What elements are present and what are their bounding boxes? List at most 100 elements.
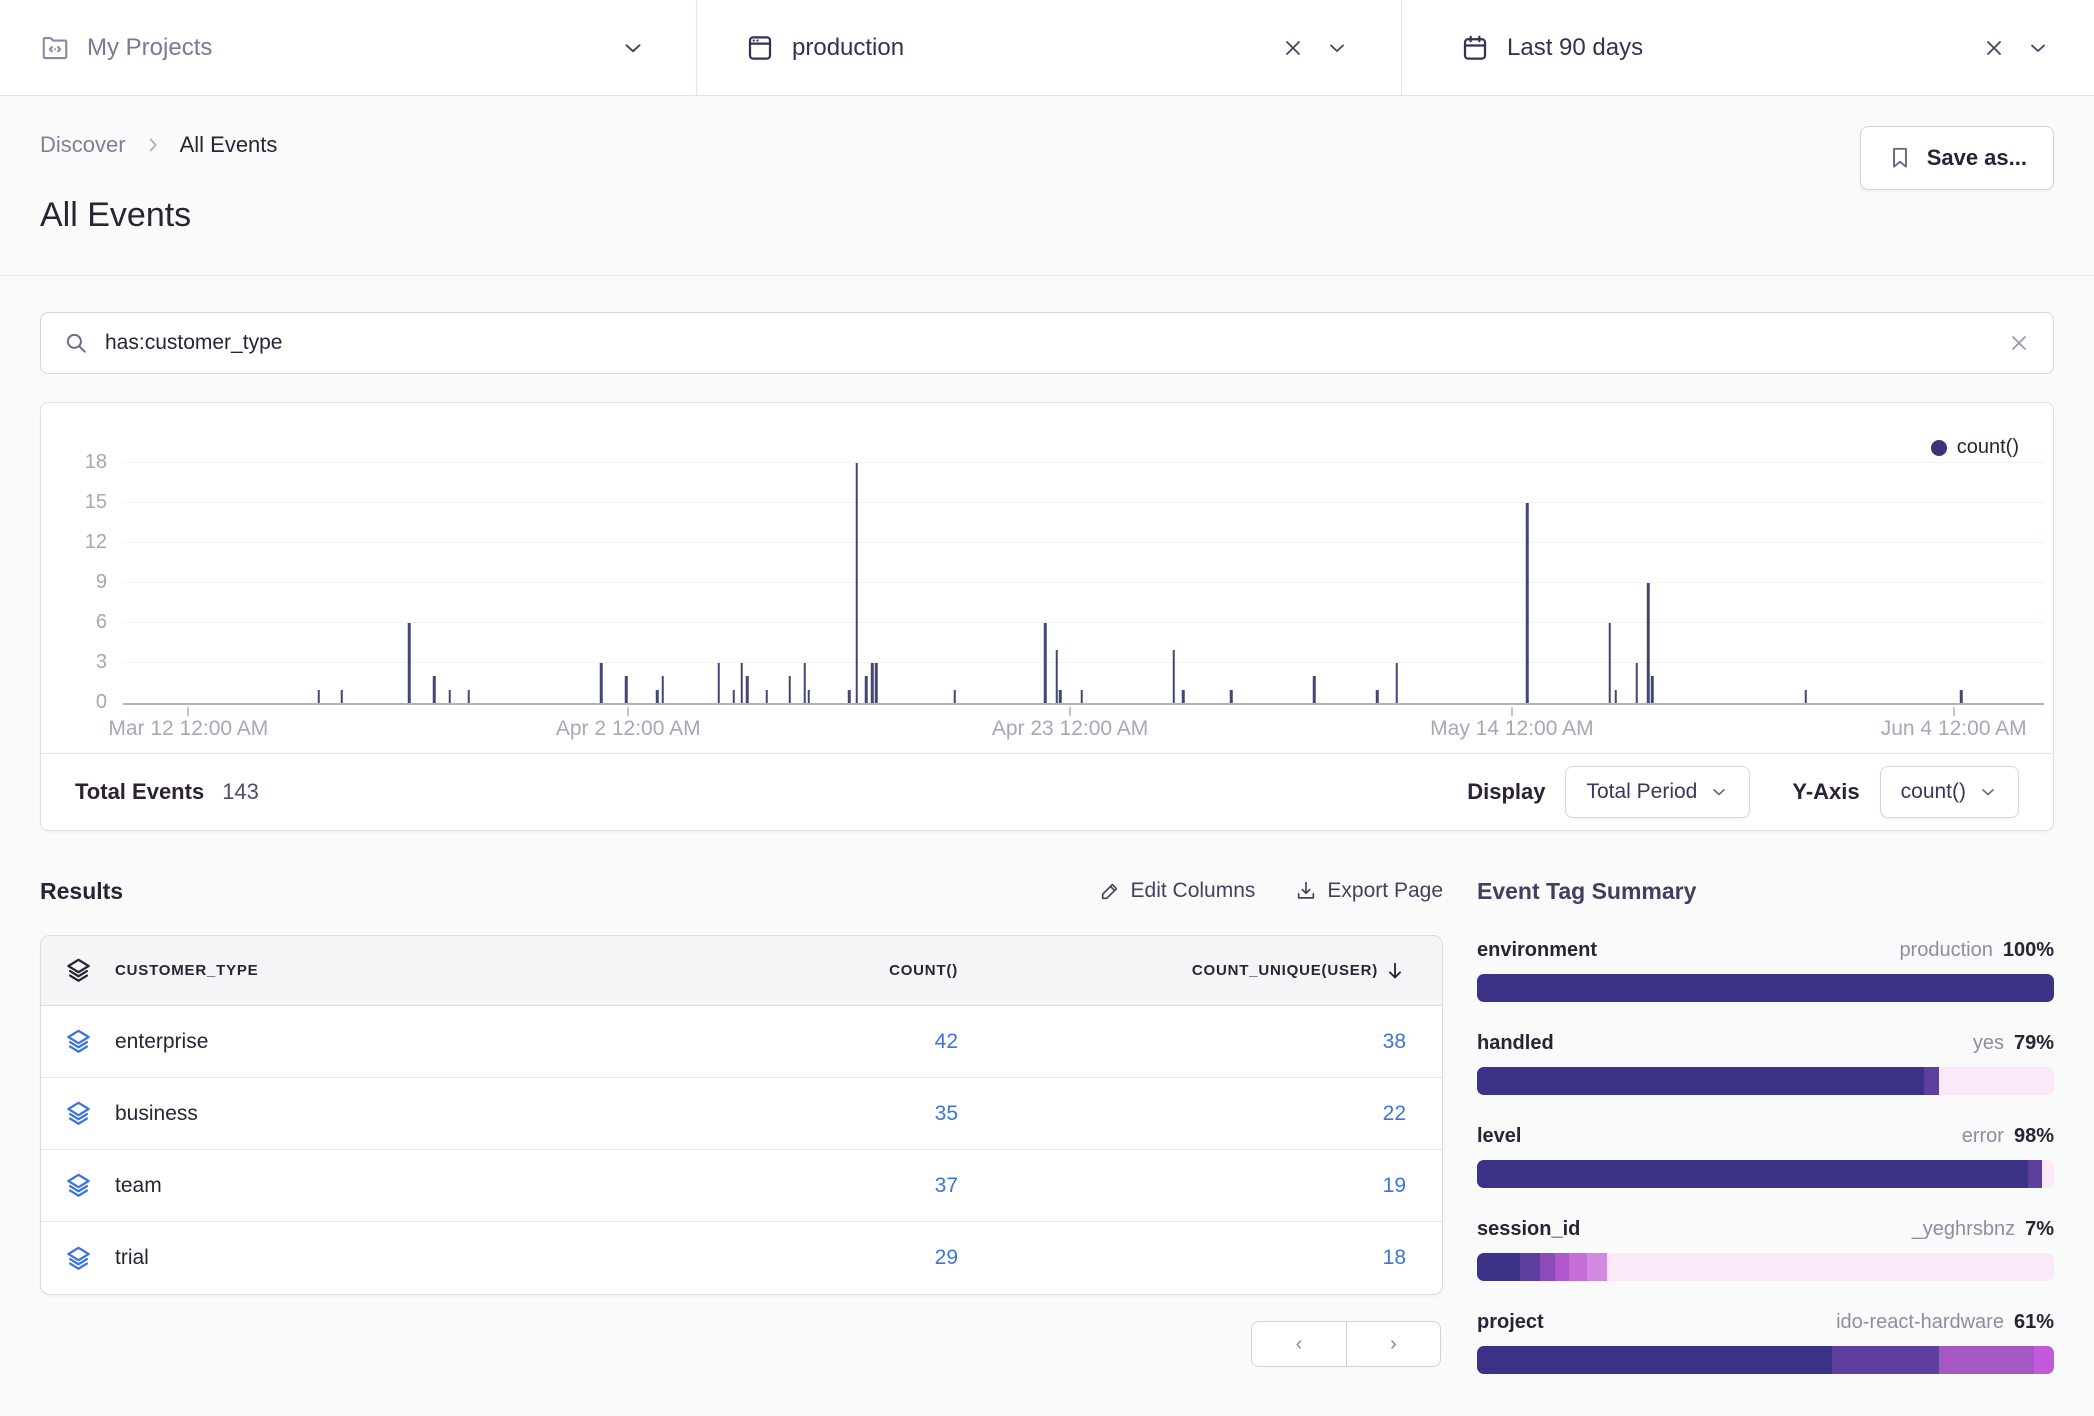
tag-bar-segment[interactable] [1832, 1346, 1939, 1374]
cell-count-link[interactable]: 37 [632, 1174, 962, 1198]
chart-bar[interactable] [625, 676, 628, 703]
chart-bar[interactable] [1080, 690, 1083, 703]
chart-bar[interactable] [788, 676, 791, 703]
chart-bar[interactable] [433, 676, 436, 703]
chart-bar[interactable] [848, 690, 851, 703]
cell-customer-type: trial [115, 1246, 632, 1270]
chart-bar[interactable] [1526, 503, 1529, 703]
events-bar-chart[interactable]: 0369121518 [123, 459, 2044, 705]
environment-clear-icon[interactable] [1281, 36, 1305, 60]
chart-bar[interactable] [408, 623, 411, 703]
y-axis-tick-label: 9 [45, 571, 107, 594]
chart-bar[interactable] [662, 676, 665, 703]
chart-bar[interactable] [856, 463, 859, 703]
x-axis-tick [187, 707, 189, 716]
search-clear-icon[interactable] [2007, 331, 2031, 355]
tag-bar-segment[interactable] [1939, 1346, 2034, 1374]
tag-bar-segment[interactable] [1540, 1253, 1554, 1281]
tag-bar-segment[interactable] [1569, 1253, 1586, 1281]
date-range-filter[interactable]: Last 90 days [1402, 0, 2094, 95]
chart-bar[interactable] [1044, 623, 1047, 703]
chart-bar[interactable] [468, 690, 471, 703]
search-bar[interactable]: has:customer_type [40, 312, 2054, 374]
environment-filter[interactable]: production [697, 0, 1402, 95]
chart-bar[interactable] [1395, 663, 1398, 703]
edit-columns-button[interactable]: Edit Columns [1099, 879, 1256, 903]
chart-bar[interactable] [1647, 583, 1650, 703]
chart-bar[interactable] [1055, 650, 1058, 703]
chart-bar[interactable] [1059, 690, 1062, 703]
tag-bar-segment[interactable] [1477, 1160, 2028, 1188]
chart-bar[interactable] [1376, 690, 1379, 703]
column-count-unique-user[interactable]: COUNT_UNIQUE(USER) [962, 960, 1442, 982]
tag-bar-segment[interactable] [1924, 1067, 1938, 1095]
chart-bar[interactable] [341, 690, 344, 703]
layers-icon [41, 1245, 115, 1272]
chart-bar[interactable] [600, 663, 603, 703]
project-selector[interactable]: My Projects [0, 0, 697, 95]
project-chevron-down-icon[interactable] [620, 35, 646, 61]
tag-bar-segment[interactable] [1477, 974, 2054, 1002]
tag-top-value: production [1899, 939, 1992, 962]
chart-bar[interactable] [740, 663, 743, 703]
column-customer-type[interactable]: CUSTOMER_TYPE [115, 962, 632, 979]
tag-bar-segment[interactable] [1555, 1253, 1569, 1281]
cell-count-link[interactable]: 29 [632, 1246, 962, 1270]
column-count[interactable]: COUNT() [632, 962, 962, 979]
chart-bar[interactable] [1230, 690, 1233, 703]
chart-bar[interactable] [733, 690, 736, 703]
tag-bar-segment[interactable] [1477, 1346, 1832, 1374]
page-header: Discover All Events Save as... All Event… [0, 96, 2094, 276]
environment-chevron-down-icon[interactable] [1325, 36, 1349, 60]
chart-bar[interactable] [1805, 690, 1808, 703]
tag-name: project [1477, 1311, 1544, 1334]
tag-bar-segment[interactable] [1477, 1067, 1924, 1095]
cell-count-unique-link[interactable]: 19 [962, 1174, 1442, 1198]
tag-bar-segment[interactable] [1520, 1253, 1540, 1281]
tag-bar-segment[interactable] [2028, 1160, 2042, 1188]
chart-bar[interactable] [1960, 690, 1963, 703]
chart-bar[interactable] [656, 690, 659, 703]
export-page-button[interactable]: Export Page [1295, 879, 1443, 903]
tag-name: level [1477, 1125, 1521, 1148]
tag-bar-segment[interactable] [2034, 1346, 2054, 1374]
chart-bar[interactable] [318, 690, 321, 703]
save-as-button[interactable]: Save as... [1860, 126, 2054, 190]
yaxis-select[interactable]: count() [1880, 766, 2019, 818]
pagination-prev-button[interactable]: ‹ [1252, 1322, 1346, 1366]
chart-bar[interactable] [1182, 690, 1185, 703]
chart-bar[interactable] [808, 690, 811, 703]
chart-bar[interactable] [765, 690, 768, 703]
cell-count-link[interactable]: 35 [632, 1102, 962, 1126]
chart-bar[interactable] [1635, 663, 1638, 703]
chart-bar[interactable] [804, 663, 807, 703]
tag-percent: 100% [2003, 939, 2054, 962]
chart-bar[interactable] [1313, 676, 1316, 703]
cell-count-unique-link[interactable]: 18 [962, 1246, 1442, 1270]
pagination-next-button[interactable]: › [1346, 1322, 1440, 1366]
date-clear-icon[interactable] [1982, 36, 2006, 60]
cell-count-link[interactable]: 42 [632, 1030, 962, 1054]
chart-bar[interactable] [875, 663, 878, 703]
chart-bar[interactable] [1651, 676, 1654, 703]
tag-top-value: ido-react-hardware [1836, 1311, 2004, 1334]
chart-bar[interactable] [871, 663, 874, 703]
search-query[interactable]: has:customer_type [105, 331, 2007, 355]
display-select[interactable]: Total Period [1565, 766, 1750, 818]
chart-bar[interactable] [746, 676, 749, 703]
chart-bar[interactable] [717, 663, 720, 703]
cell-customer-type: enterprise [115, 1030, 632, 1054]
cell-count-unique-link[interactable]: 22 [962, 1102, 1442, 1126]
date-chevron-down-icon[interactable] [2026, 36, 2050, 60]
chart-bar[interactable] [448, 690, 451, 703]
chart-bar[interactable] [954, 690, 957, 703]
chart-bar[interactable] [1173, 650, 1176, 703]
breadcrumb-discover-link[interactable]: Discover [40, 132, 126, 158]
cell-count-unique-link[interactable]: 38 [962, 1030, 1442, 1054]
tag-bar-segment[interactable] [1587, 1253, 1607, 1281]
display-value: Total Period [1586, 780, 1697, 804]
chart-bar[interactable] [1609, 623, 1612, 703]
chart-bar[interactable] [1614, 690, 1617, 703]
tag-bar-segment[interactable] [1477, 1253, 1520, 1281]
chart-bar[interactable] [865, 676, 868, 703]
